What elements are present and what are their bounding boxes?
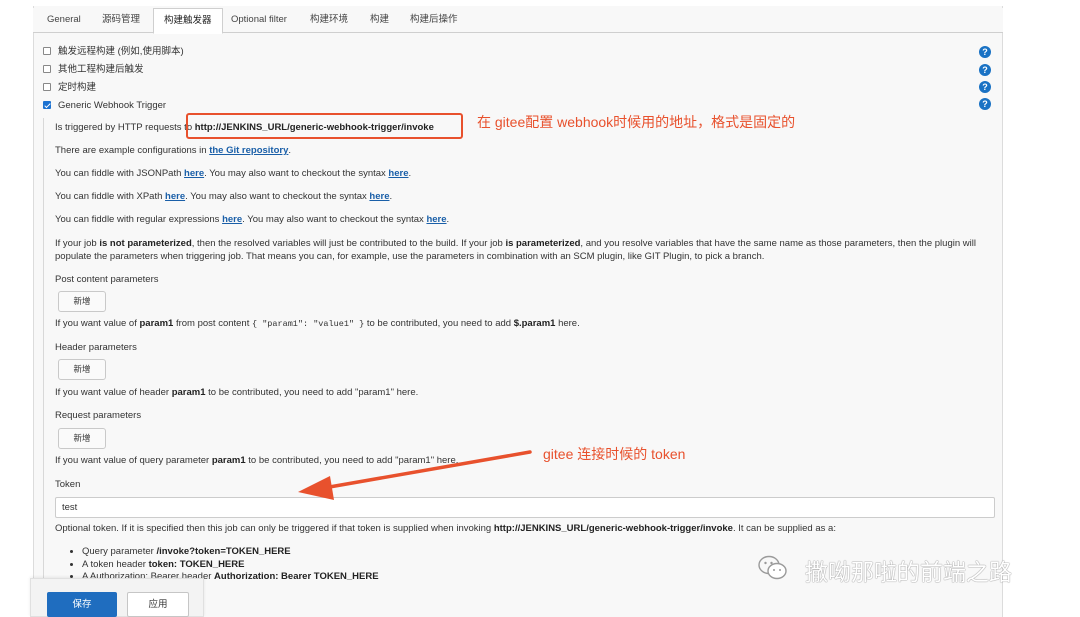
annotation-arrow (298, 450, 532, 500)
watermark-text: 撒呦那啦的前端之路 (805, 560, 1012, 586)
wechat-icon (758, 555, 787, 580)
